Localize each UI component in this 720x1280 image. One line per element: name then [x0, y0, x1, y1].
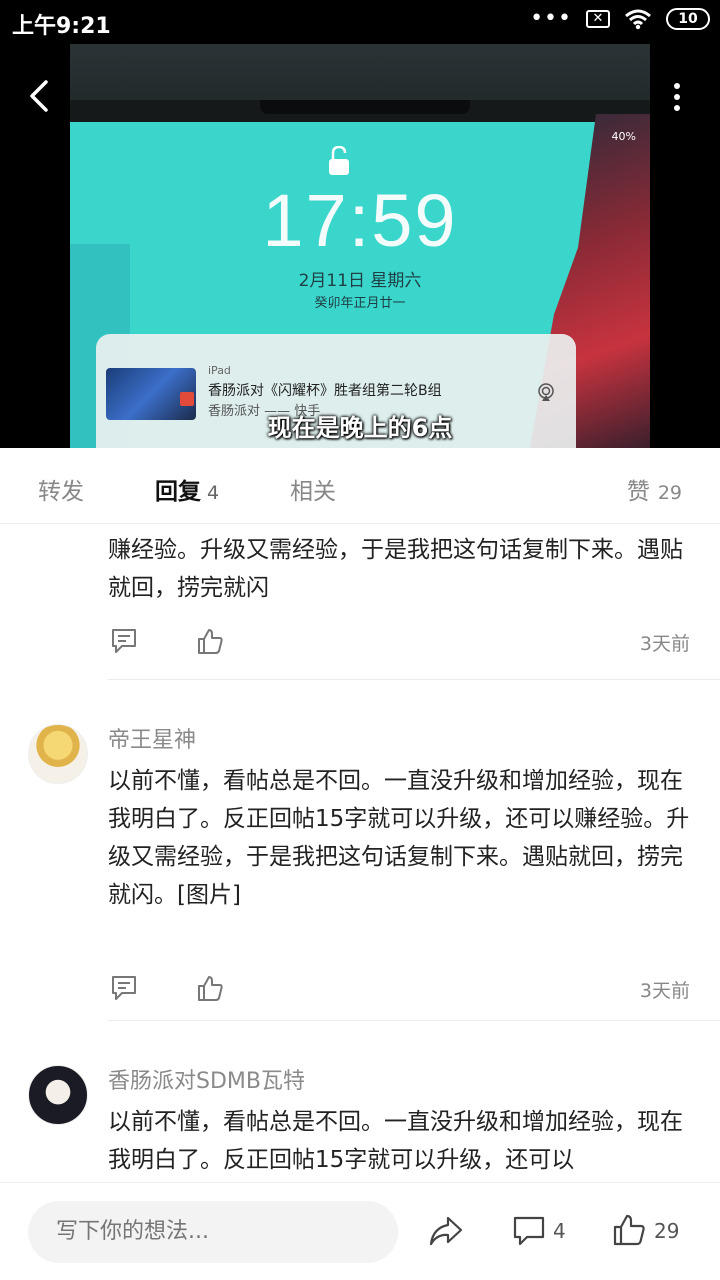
- no-sim-icon: ✕: [586, 10, 610, 28]
- tab-reply[interactable]: 回复 4: [155, 472, 219, 506]
- avatar[interactable]: [28, 724, 88, 784]
- avatar[interactable]: [28, 1065, 88, 1125]
- tab-repost-label: 转发: [38, 479, 84, 505]
- status-time: 上午9:21: [12, 14, 111, 39]
- tablet-camera-notch: [260, 100, 470, 114]
- tab-repost[interactable]: 转发: [38, 472, 84, 506]
- bottom-action-bar: 4 29: [0, 1182, 720, 1280]
- comment-time: 3天前: [639, 633, 690, 655]
- tablet-battery-text: 40%: [611, 130, 636, 143]
- more-dots-icon: •••: [530, 6, 572, 31]
- tab-related-label: 相关: [290, 479, 336, 505]
- lock-screen-date: 2月11日 星期六: [298, 271, 422, 291]
- tab-bar: 转发 回复 4 相关 赞 29: [0, 448, 720, 524]
- more-vertical-icon[interactable]: [670, 82, 684, 112]
- thumbs-up-icon[interactable]: [196, 627, 224, 655]
- tab-like-count: 29: [657, 482, 682, 504]
- status-icons: ••• ✕ 10: [530, 8, 710, 30]
- comment-actions: 3天前: [108, 627, 698, 657]
- comment-count: 4: [553, 1219, 566, 1243]
- comment-item: 赚经验。升级又需经验，于是我把这句话复制下来。遇贴就回，捞完就闪 3天前: [0, 525, 720, 679]
- lock-screen-lunar-date: 癸卯年正月廿一: [314, 296, 406, 311]
- share-icon[interactable]: [428, 1215, 464, 1247]
- tab-related[interactable]: 相关: [290, 472, 336, 506]
- wifi-icon: [625, 9, 651, 30]
- back-arrow-icon[interactable]: [22, 78, 58, 114]
- comment-time: 3天前: [639, 980, 690, 1002]
- comment-text: 以前不懂，看帖总是不回。一直没升级和增加经验，现在我明白了。反正回帖15字就可以…: [108, 768, 690, 908]
- app-badge-icon: [180, 392, 194, 406]
- like-count: 29: [654, 1219, 680, 1243]
- tab-like-label: 赞: [626, 479, 650, 505]
- video-caption: 现在是晚上的6点: [267, 414, 453, 442]
- tab-reply-count: 4: [207, 482, 220, 504]
- status-bar: 上午9:21 ••• ✕ 10: [0, 0, 720, 44]
- battery-icon: 10: [666, 8, 710, 30]
- comment-input[interactable]: [28, 1201, 398, 1263]
- comment-item: 帝王星神 以前不懂，看帖总是不回。一直没升级和增加经验，现在我明白了。反正回帖1…: [0, 680, 720, 1020]
- unlock-icon: [329, 146, 349, 175]
- comment-author[interactable]: 香肠派对SDMB瓦特: [108, 1063, 305, 1095]
- video-frame: 40% 17:59 2月11日 星期六 癸卯年正月廿一 iPad 香肠派对《闪耀…: [70, 44, 650, 448]
- tab-like[interactable]: 赞 29: [627, 472, 682, 506]
- comment-author[interactable]: 帝王星神: [108, 722, 196, 754]
- airplay-audio-icon: [538, 383, 554, 401]
- video-player[interactable]: 40% 17:59 2月11日 星期六 癸卯年正月廿一 iPad 香肠派对《闪耀…: [0, 44, 720, 448]
- reply-icon[interactable]: [110, 627, 138, 655]
- notification-app: iPad: [208, 364, 231, 377]
- comment-icon[interactable]: [512, 1215, 546, 1247]
- comment-item: 香肠派对SDMB瓦特 以前不懂，看帖总是不回。一直没升级和增加经验，现在我明白了…: [0, 1021, 720, 1182]
- tab-reply-label: 回复: [155, 479, 201, 505]
- comment-list[interactable]: 赚经验。升级又需经验，于是我把这句话复制下来。遇贴就回，捞完就闪 3天前 帝王星…: [0, 525, 720, 1182]
- lock-screen-time: 17:59: [262, 179, 458, 262]
- comment-text: 以前不懂，看帖总是不回。一直没升级和增加经验，现在我明白了。反正回帖15字就可以…: [108, 1109, 683, 1173]
- like-icon[interactable]: [612, 1213, 646, 1247]
- reply-icon[interactable]: [110, 974, 138, 1002]
- notification-title: 香肠派对《闪耀杯》胜者组第二轮B组: [208, 383, 442, 399]
- comment-actions: 3天前: [108, 974, 698, 1004]
- comment-text: 赚经验。升级又需经验，于是我把这句话复制下来。遇贴就回，捞完就闪: [108, 537, 683, 601]
- thumbs-up-icon[interactable]: [196, 974, 224, 1002]
